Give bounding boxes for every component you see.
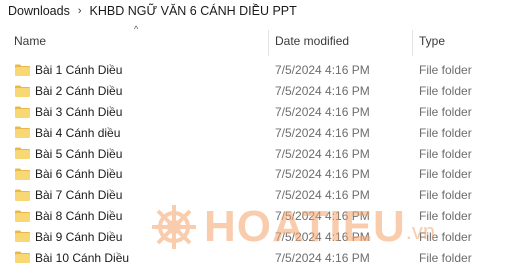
folder-icon [15, 168, 30, 180]
file-date-modified: 7/5/2024 4:16 PM [275, 167, 370, 182]
folder-icon [15, 85, 30, 97]
file-type: File folder [419, 63, 472, 78]
breadcrumb-item-downloads[interactable]: Downloads [6, 4, 72, 18]
file-name: Bài 8 Cánh Diều [35, 208, 123, 223]
file-date-modified: 7/5/2024 4:16 PM [275, 229, 370, 244]
file-name: Bài 4 Cánh diều [35, 125, 121, 140]
file-explorer-window: Downloads › KHBD NGỮ VĂN 6 CÁNH DIỀU PPT… [0, 0, 512, 270]
column-header-row: ^ Name Date modified Type [0, 24, 512, 58]
file-list-row[interactable]: Bài 2 Cánh Diều 7/5/2024 4:16 PM File fold… [0, 81, 512, 102]
column-divider[interactable] [268, 30, 269, 56]
folder-icon [15, 126, 30, 139]
column-divider[interactable] [412, 30, 413, 56]
file-type: File folder [419, 208, 472, 223]
file-date-modified: 7/5/2024 4:16 PM [275, 125, 370, 140]
file-list-row[interactable]: Bài 5 Cánh Diều 7/5/2024 4:16 PM File fold… [0, 143, 512, 164]
file-name: Bài 1 Cánh Diều [35, 63, 123, 78]
folder-icon [15, 106, 30, 118]
file-date-modified: 7/5/2024 4:16 PM [275, 84, 370, 99]
folder-icon [15, 64, 30, 76]
file-name: Bài 3 Cánh Diều [35, 104, 123, 119]
file-name: Bài 10 Cánh Diều [35, 250, 130, 265]
file-list-row[interactable]: Bài 7 Cánh Diều 7/5/2024 4:16 PM File fold… [0, 185, 512, 206]
file-type: File folder [419, 188, 472, 203]
file-date-modified: 7/5/2024 4:16 PM [275, 208, 370, 223]
file-date-modified: 7/5/2024 4:16 PM [275, 250, 370, 265]
file-date-modified: 7/5/2024 4:16 PM [275, 188, 370, 203]
file-list-row[interactable]: Bài 1 Cánh Diều 7/5/2024 4:16 PM File fold… [0, 60, 512, 81]
file-date-modified: 7/5/2024 4:16 PM [275, 104, 370, 119]
folder-icon [15, 230, 30, 243]
folder-icon [15, 189, 30, 201]
file-type: File folder [419, 167, 472, 182]
file-type: File folder [419, 250, 472, 265]
column-header-date-modified[interactable]: Date modified [275, 34, 349, 48]
file-type: File folder [419, 84, 472, 99]
file-list-row[interactable]: Bài 3 Cánh Diều 7/5/2024 4:16 PM File fold… [0, 102, 512, 123]
file-date-modified: 7/5/2024 4:16 PM [275, 63, 370, 78]
column-header-name[interactable]: Name [14, 34, 46, 48]
sort-ascending-icon: ^ [134, 24, 139, 34]
folder-icon [15, 147, 30, 160]
file-list-row[interactable]: Bài 9 Cánh Diều 7/5/2024 4:16 PM File fold… [0, 226, 512, 247]
file-name: Bài 9 Cánh Diều [35, 229, 123, 244]
breadcrumb-item-current-folder[interactable]: KHBD NGỮ VĂN 6 CÁNH DIỀU PPT [88, 4, 299, 18]
file-list-row[interactable]: Bài 8 Cánh Diều 7/5/2024 4:16 PM File fold… [0, 206, 512, 227]
file-name: Bài 6 Cánh Diều [35, 167, 123, 182]
file-name: Bài 2 Cánh Diều [35, 84, 123, 99]
file-type: File folder [419, 104, 472, 119]
folder-icon [15, 210, 30, 222]
file-type: File folder [419, 146, 472, 161]
column-header-type[interactable]: Type [419, 34, 445, 48]
file-list: Bài 1 Cánh Diều 7/5/2024 4:16 PM File fold… [0, 60, 512, 268]
file-list-row[interactable]: Bài 4 Cánh diều 7/5/2024 4:16 PM File fold… [0, 122, 512, 143]
file-name: Bài 7 Cánh Diều [35, 188, 123, 203]
folder-icon [15, 251, 30, 264]
file-type: File folder [419, 229, 472, 244]
file-type: File folder [419, 125, 472, 140]
file-date-modified: 7/5/2024 4:16 PM [275, 146, 370, 161]
file-name: Bài 5 Cánh Diều [35, 146, 123, 161]
file-list-row[interactable]: Bài 10 Cánh Diều 7/5/2024 4:16 PM File fol… [0, 247, 512, 268]
breadcrumb-separator[interactable]: › [78, 5, 82, 17]
breadcrumb: Downloads › KHBD NGỮ VĂN 6 CÁNH DIỀU PPT [6, 0, 506, 22]
file-list-row[interactable]: Bài 6 Cánh Diều 7/5/2024 4:16 PM File fold… [0, 164, 512, 185]
